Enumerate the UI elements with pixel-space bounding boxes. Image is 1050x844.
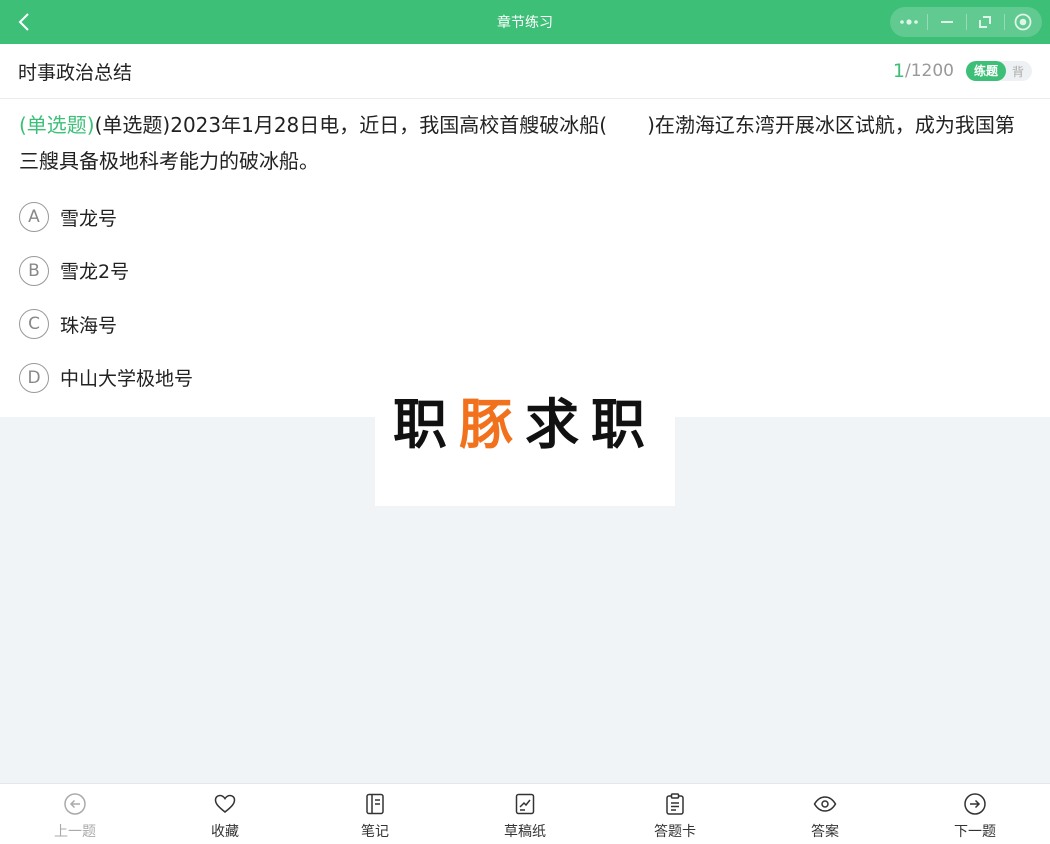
watermark-text: 职豚求职 [393, 398, 657, 506]
eye-icon [813, 796, 837, 812]
minimize-button[interactable] [928, 7, 965, 37]
notebook-icon [366, 793, 384, 815]
option-d[interactable]: D 中山大学极地号 [19, 358, 1032, 398]
favorite-label: 收藏 [211, 824, 239, 840]
option-letter: B [19, 255, 49, 286]
option-letter: A [19, 202, 49, 232]
close-icon [1014, 13, 1032, 31]
question-progress: 1 /1200 练题 背 [893, 60, 1032, 82]
close-button[interactable] [1005, 7, 1042, 37]
notes-label: 笔记 [361, 824, 389, 840]
option-text: 雪龙2号 [60, 261, 130, 283]
watermark-part3: 求职 [525, 393, 657, 456]
top-navigation-bar: 章节练习 [0, 0, 1050, 44]
scratch-paper-button[interactable]: 草稿纸 [450, 784, 600, 844]
option-text: 中山大学极地号 [60, 368, 194, 390]
option-c[interactable]: C 珠海号 [19, 304, 1032, 344]
watermark-part1: 职 [393, 393, 459, 456]
option-b[interactable]: B 雪龙2号 [19, 251, 1032, 291]
prev-question-button[interactable]: 上一题 [0, 784, 150, 844]
mode-toggle[interactable]: 练题 背 [965, 61, 1032, 81]
favorite-button[interactable]: 收藏 [150, 784, 300, 844]
question-text: (单选题)(单选题)2023年1月28日电，近日，我国高校首艘破冰船( )在渤海… [19, 107, 1032, 179]
watermark-part2: 豚 [459, 393, 525, 456]
bottom-toolbar: 上一题 收藏 笔记 草稿纸 答题卡 答案 下一题 [0, 783, 1050, 844]
option-letter: C [19, 309, 49, 339]
progress-current: 1 [892, 60, 905, 82]
option-letter: D [19, 362, 49, 393]
watermark-logo: 职豚求职 [375, 398, 675, 506]
chapter-title: 时事政治总结 [18, 61, 133, 84]
show-answer-button[interactable]: 答案 [750, 784, 900, 844]
back-button[interactable] [10, 8, 38, 36]
notes-button[interactable]: 笔记 [300, 784, 450, 844]
more-button[interactable] [890, 7, 927, 37]
arrow-right-circle-icon [964, 793, 986, 815]
question-body: (单选题)2023年1月28日电，近日，我国高校首艘破冰船( )在渤海辽东湾开展… [19, 113, 1015, 173]
next-question-button[interactable]: 下一题 [900, 784, 1050, 844]
option-text: 珠海号 [60, 314, 118, 337]
prev-question-label: 上一题 [54, 824, 96, 840]
scratch-paper-label: 草稿纸 [504, 824, 546, 840]
progress-total: /1200 [904, 61, 954, 81]
restore-icon [979, 16, 992, 28]
question-area: (单选题)(单选题)2023年1月28日电，近日，我国高校首艘破冰船( )在渤海… [0, 99, 1050, 417]
more-icon [899, 19, 918, 25]
heart-icon [214, 794, 236, 813]
option-text: 雪龙号 [60, 207, 118, 230]
answer-card-label: 答题卡 [654, 824, 696, 840]
window-controls [890, 7, 1042, 37]
show-answer-label: 答案 [811, 824, 839, 840]
options-list: A 雪龙号 B 雪龙2号 C 珠海号 D 中山大学极地号 [19, 197, 1032, 398]
next-question-label: 下一题 [954, 824, 996, 840]
option-a[interactable]: A 雪龙号 [19, 197, 1032, 237]
minimize-icon [940, 21, 953, 23]
answer-card-button[interactable]: 答题卡 [600, 784, 750, 844]
chevron-left-icon [18, 13, 29, 31]
clipboard-icon [666, 793, 684, 815]
mode-memorize[interactable]: 背 [1012, 63, 1024, 80]
question-type-label: (单选题) [19, 113, 95, 137]
page-title: 章节练习 [497, 15, 553, 31]
restore-button[interactable] [967, 7, 1004, 37]
arrow-left-circle-icon [64, 793, 86, 815]
scratch-pad-icon [515, 793, 535, 815]
chapter-header: 时事政治总结 1 /1200 练题 背 [0, 44, 1050, 99]
mode-practice[interactable]: 练题 [965, 61, 1006, 81]
